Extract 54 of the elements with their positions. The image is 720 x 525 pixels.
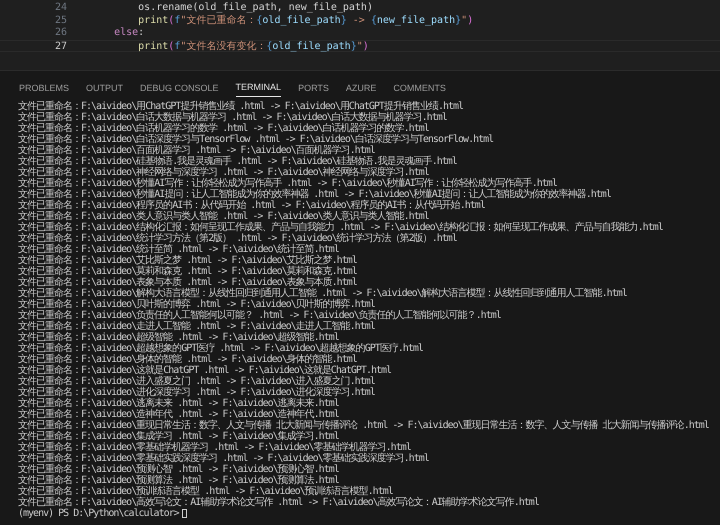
terminal-line: 文件已重命名：F:\aivideo\白话大数据与机器学习 .html -> F:\aivideo\白话大数据与机器学习.html (18, 112, 447, 123)
terminal-line: 文件已重命名：F:\aivideo\造神年代 .html -> F:\aivideo\造神年代.html (18, 409, 339, 420)
panel-tab[interactable]: DEBUG CONSOLE (140, 80, 219, 97)
terminal-prompt: (myenv) PS D:\Python\calculator> (18, 508, 179, 519)
terminal-line: 文件已重命名：F:\aivideo\解构大语言模型：从线性回归到通用人工智能 .html -> F:\aivideo\解构大语言模型：从线性回归到通用人工智能.html (18, 288, 627, 299)
terminal-line: 文件已重命名：F:\aivideo\艾比斯之梦 .html -> F:\aivideo\艾比斯之梦.html (18, 255, 357, 266)
panel-tab[interactable]: COMMENTS (393, 80, 446, 97)
terminal-line: 文件已重命名：F:\aivideo\结构化汇报：如何呈现工作成果、产品与自我能力 .html -> F:\aivideo\结构化汇报：如何呈现工作成果、产品与自我能力.html (18, 222, 663, 233)
terminal-line: 文件已重命名：F:\aivideo\贝叶斯的博弈 .html -> F:\aivideo\贝叶斯的博弈.html (18, 299, 375, 310)
terminal-line: 文件已重命名：F:\aivideo\集成学习 .html -> F:\aivideo\集成学习.html (18, 431, 339, 442)
terminal-line: 文件已重命名：F:\aivideo\秒懂AI写作：让你轻松成为写作高手 .html -> F:\aivideo\秒懂AI写作：让你轻松成为写作高手.html (18, 178, 557, 189)
terminal-line: 文件已重命名：F:\aivideo\负责任的人工智能何以可能？ .html -> F:\aivideo\负责任的人工智能何以可能？.html (18, 310, 501, 321)
terminal-line: 文件已重命名：F:\aivideo\重现日常生活：数字、人文与传播 北大新闻与传播评论 .html -> F:\aivideo\重现日常生活：数字、人文与传播 北大新闻与传播评论.html (18, 420, 709, 431)
panel-tab[interactable]: PORTS (298, 80, 329, 97)
terminal-line: 文件已重命名：F:\aivideo\走进人工智能 .html -> F:\aivideo\走进人工智能.html (18, 321, 375, 332)
terminal-line: 文件已重命名：F:\aivideo\身体的智能 .html -> F:\aivideo\身体的智能.html (18, 354, 357, 365)
terminal-line: 文件已重命名：F:\aivideo\进化深度学习 .html -> F:\aivideo\进化深度学习.html (18, 387, 375, 398)
terminal-line: 文件已重命名：F:\aivideo\白话机器学习的数学 .html -> F:\aivideo\白话机器学习的数学.html (18, 123, 429, 134)
code-line: print(f"文件名没有变化：{old_file_path}") (137, 40, 369, 51)
terminal-line: 文件已重命名：F:\aivideo\这就是ChatGPT .html -> F:\aivideo\这就是ChatGPT.html (18, 365, 392, 376)
code-line: os.rename(old_file_path, new_file_path) (137, 2, 373, 14)
code-line: else: (113, 27, 144, 40)
terminal-line: 文件已重命名：F:\aivideo\白话深度学习与TensorFlow .html -> F:\aivideo\白话深度学习与TensorFlow.html (18, 134, 494, 145)
terminal-line: 文件已重命名：F:\aivideo\统计学习方法（第2版） .html -> F:\aivideo\统计学习方法（第2版）.html (18, 233, 457, 244)
terminal-line: 文件已重命名：F:\aivideo\秒懂AI提问：让人工智能成为你的效率神器 .html -> F:\aivideo\秒懂AI提问：让人工智能成为你的效率神器.html (18, 189, 611, 200)
terminal-line: 文件已重命名：F:\aivideo\超级智能 .html -> F:\aivideo\超级智能.html (18, 332, 339, 343)
terminal-line: 文件已重命名：F:\aivideo\用ChatGPT提升销售业绩 .html -> F:\aivideo\用ChatGPT提升销售业绩.html (18, 101, 464, 112)
line-number: 24 (54, 2, 67, 14)
panel-tab[interactable]: PROBLEMS (19, 80, 70, 97)
terminal-line: 文件已重命名：F:\aivideo\零基础实践深度学习 .html -> F:\aivideo\零基础实践深度学习.html (18, 453, 429, 464)
terminal-line: 文件已重命名：F:\aivideo\预测算法 .html -> F:\aivideo\预测算法.html (18, 475, 339, 486)
panel-tab[interactable]: AZURE (346, 80, 376, 97)
terminal-line: 文件已重命名：F:\aivideo\神经网络与深度学习 .html -> F:\aivideo\神经网络与深度学习.html (18, 167, 429, 178)
terminal-line: 文件已重命名：F:\aivideo\高效写论文：AI辅助学术论文写作 .html -> F:\aivideo\高效写论文：AI辅助学术论文写作.html (18, 497, 539, 508)
terminal-line: 文件已重命名：F:\aivideo\硅基物语.我是灵魂画手 .html -> F:\aivideo\硅基物语.我是灵魂画手.html (18, 156, 457, 167)
panel-tab[interactable]: OUTPUT (86, 80, 124, 97)
terminal-line: 文件已重命名：F:\aivideo\统计至简 .html -> F:\aivideo\统计至简.html (18, 244, 339, 255)
terminal-line: 文件已重命名：F:\aivideo\预训练语言模型 .html -> F:\aivideo\预训练语言模型.html (18, 486, 393, 497)
terminal-line: 文件已重命名：F:\aivideo\进入盛夏之门 .html -> F:\aivideo\进入盛夏之门.html (18, 376, 375, 387)
terminal-cursor (182, 509, 187, 518)
line-number: 25 (54, 14, 67, 27)
terminal-line: 文件已重命名：F:\aivideo\表象与本质 .html -> F:\aivideo\表象与本质.html (18, 277, 357, 288)
terminal-line: 文件已重命名：F:\aivideo\程序员的AI书：从代码开始 .html -> F:\aivideo\程序员的AI书：从代码开始.html (18, 200, 485, 211)
terminal-line: 文件已重命名：F:\aivideo\百面机器学习 .html -> F:\aivideo\百面机器学习.html (18, 145, 375, 156)
panel-tab[interactable]: TERMINAL (236, 80, 282, 97)
line-number: 26 (54, 27, 67, 40)
terminal-line: 文件已重命名：F:\aivideo\类人意识与类人智能 .html -> F:\aivideo\类人意识与类人智能.html (18, 211, 429, 222)
line-number: 27 (54, 40, 67, 51)
terminal-line: 文件已重命名：F:\aivideo\莫莉和森克 .html -> F:\aivideo\莫莉和森克.html (18, 266, 357, 277)
terminal-line: 文件已重命名：F:\aivideo\超越想象的GPT医疗 .html -> F:\aivideo\超越想象的GPT医疗.html (18, 343, 423, 354)
terminal-line: 文件已重命名：F:\aivideo\预测心智 .html -> F:\aivideo\预测心智.html (18, 464, 339, 475)
code-line: print(f"文件已重命名：{old_file_path} -> {new_file_path}") (138, 14, 474, 27)
terminal-line: 文件已重命名：F:\aivideo\零基础学机器学习 .html -> F:\aivideo\零基础学机器学习.html (18, 442, 411, 453)
terminal-line: 文件已重命名：F:\aivideo\逃离未来 .html -> F:\aivideo\逃离未来.html (18, 398, 339, 409)
